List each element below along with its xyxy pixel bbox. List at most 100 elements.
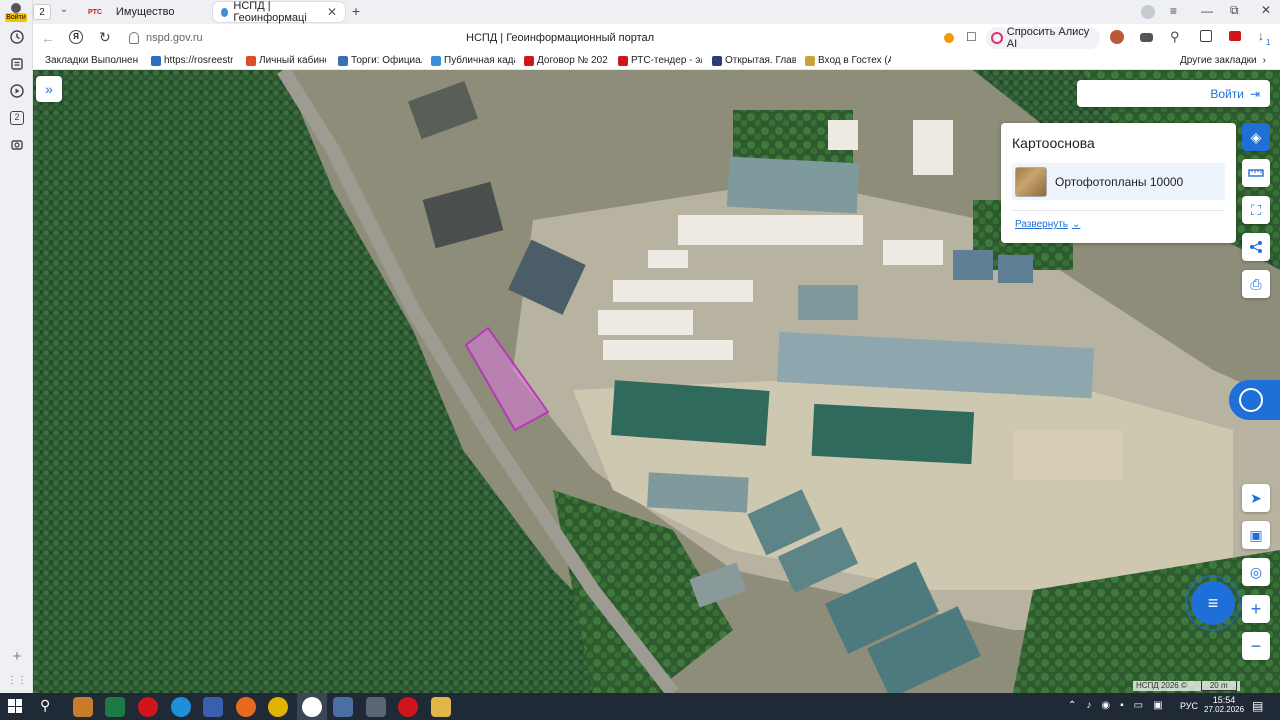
language-indicator[interactable]: РУС — [1180, 701, 1198, 711]
rosreestr-favicon-icon — [151, 55, 161, 66]
rts-favicon-icon — [524, 55, 534, 66]
chevron-right-icon: › — [1262, 55, 1266, 66]
mail-icon[interactable] — [366, 697, 386, 717]
close-window-icon[interactable]: ✕ — [1261, 3, 1271, 17]
save-icon[interactable] — [333, 697, 353, 717]
address-bar: ← Я ↻ nspd.gov.ru НСПД | Геоинформационн… — [33, 24, 1280, 52]
bookmark-folder[interactable]: Закладки Выполнен⌄ — [45, 55, 141, 66]
extensions-puzzle-icon[interactable]: ⚲ — [1170, 29, 1180, 45]
share-button[interactable] — [1242, 233, 1270, 261]
volume-icon[interactable]: ♪ — [1086, 700, 1091, 711]
system-tray[interactable]: ⌃ ♪ ◉ ▪ ▭ ▣ — [1068, 700, 1163, 711]
chrome-icon[interactable] — [268, 697, 288, 717]
reader-icon[interactable] — [944, 33, 954, 43]
excel-icon[interactable] — [105, 697, 125, 717]
collections-toolbar-icon[interactable] — [1200, 30, 1212, 42]
bookmark-label: Закладки Выполнен — [45, 55, 139, 66]
tab-counter-badge[interactable]: 2 — [33, 4, 51, 20]
expand-sidebar-button[interactable]: » — [36, 76, 62, 102]
ruler-button[interactable] — [1242, 159, 1270, 187]
display-icon[interactable]: ▣ — [1153, 700, 1162, 711]
bookmark-item[interactable]: https://rosreestr.r — [151, 55, 233, 66]
minimize-icon[interactable]: — — [1201, 4, 1213, 18]
tab-label: Имущество — [115, 6, 175, 18]
back-icon[interactable]: ← — [41, 30, 55, 46]
notifications-icon[interactable]: ▤ — [1252, 699, 1263, 713]
bookmark-item[interactable]: Публичная кадас — [431, 55, 515, 66]
profile-button[interactable]: Войти — [5, 3, 27, 22]
rts-favicon-icon: РТС — [88, 8, 102, 16]
bookmark-item[interactable]: Личный кабинет — [246, 55, 326, 66]
nspd-favicon-icon — [221, 7, 229, 17]
reload-icon[interactable]: ↻ — [99, 29, 111, 46]
alice-icon — [991, 32, 1003, 44]
search-icon[interactable]: ⚲ — [40, 697, 50, 714]
yandex-icon[interactable] — [398, 697, 418, 717]
ask-alice-button[interactable]: Спросить Алису AI — [986, 26, 1100, 50]
geo-search-button[interactable]: ◎ — [1242, 558, 1270, 586]
yandex-browser-icon — [302, 697, 322, 717]
clock-date: 27.02.2026 — [1204, 705, 1245, 714]
tray-app-icon[interactable]: ▪ — [1120, 700, 1124, 711]
locate-me-button[interactable]: ➤ — [1242, 484, 1270, 512]
mail-icon[interactable] — [1229, 31, 1241, 41]
network-icon[interactable]: ◉ — [1101, 700, 1110, 711]
print-button[interactable]: ⎙ — [1242, 270, 1270, 298]
edge-icon[interactable] — [171, 697, 191, 717]
expand-label: Развернуть — [1015, 219, 1069, 230]
bookmark-item[interactable]: Торги: Официаль — [338, 55, 422, 66]
new-tab-button[interactable]: + — [348, 4, 364, 20]
clock[interactable]: 15:54 27.02.2026 — [1204, 695, 1244, 714]
explorer-icon[interactable] — [431, 697, 451, 717]
bookmark-label: РТС-тендер - элек — [631, 55, 702, 66]
screenshot-icon[interactable] — [7, 135, 27, 155]
battery-icon[interactable]: ▭ — [1134, 700, 1143, 711]
url-text[interactable]: nspd.gov.ru — [146, 32, 203, 44]
tabs-counter-icon[interactable]: 2 — [7, 108, 27, 128]
bookmark-item[interactable]: Открытая. Главна — [712, 55, 796, 66]
taskbar-app-icon[interactable] — [73, 697, 93, 717]
restore-icon[interactable]: ⧉ — [1230, 3, 1239, 18]
bookmark-label: Вход в Гостех (Ау — [818, 55, 891, 66]
login-button[interactable]: Войти ⇥ — [1077, 80, 1270, 107]
other-bookmarks[interactable]: Другие закладки › — [1180, 55, 1272, 66]
login-label: Войти — [1210, 86, 1244, 101]
tab-nspd[interactable]: НСПД | Геоинформаці ✕ — [213, 0, 345, 24]
opera-icon[interactable] — [138, 697, 158, 717]
user-avatar-icon[interactable] — [1141, 5, 1155, 19]
taskbar-app-icon[interactable] — [203, 697, 223, 717]
video-icon[interactable] — [7, 81, 27, 101]
menu-icon[interactable]: ≡ — [1170, 4, 1177, 18]
basemap-layer-item[interactable]: Ортофотопланы 10000 — [1012, 163, 1225, 200]
sidebar-menu-icon[interactable]: ⋮⋮ — [7, 670, 27, 690]
collections-icon[interactable] — [7, 54, 27, 74]
minimap-button[interactable]: ▣ — [1242, 521, 1270, 549]
tab-list-chevron-icon[interactable]: ⌄ — [56, 4, 72, 20]
page-title: НСПД | Геоинформационный портал — [466, 32, 655, 44]
firefox-icon[interactable] — [236, 697, 256, 717]
security-shield-icon[interactable] — [129, 32, 139, 44]
add-panel-icon[interactable]: + — [7, 646, 27, 666]
chevron-up-icon[interactable]: ⌃ — [1068, 700, 1076, 711]
layers-button[interactable]: ◈ — [1242, 123, 1270, 151]
yandex-browser-taskbar-button[interactable] — [297, 693, 327, 720]
downloads-icon[interactable]: ↓ — [1258, 29, 1264, 43]
yandex-icon[interactable]: Я — [69, 30, 83, 44]
expand-link[interactable]: Развернуть ⌄ — [1015, 219, 1080, 230]
start-icon[interactable] — [8, 699, 22, 713]
history-icon[interactable] — [7, 27, 27, 47]
bookmark-item[interactable]: Вход в Гостех (Ау — [805, 55, 891, 66]
select-area-button[interactable]: ⛶ — [1242, 196, 1270, 224]
incognito-icon[interactable] — [1140, 33, 1153, 42]
close-tab-icon[interactable]: ✕ — [327, 5, 337, 19]
zoom-in-button[interactable]: + — [1242, 595, 1270, 623]
extension-icon[interactable] — [1110, 30, 1124, 44]
assistant-button[interactable] — [1229, 380, 1280, 420]
zoom-out-button[interactable]: − — [1242, 632, 1270, 660]
bookmark-icon[interactable]: ☐ — [966, 30, 977, 44]
windows-taskbar: ⚲ ⌃ ♪ ◉ ▪ ▭ ▣ РУС 15:54 27.02.2026 ▤ — [0, 693, 1280, 720]
chat-button[interactable]: ≡ — [1185, 575, 1241, 631]
bookmark-item[interactable]: Договор № 2023.. — [524, 55, 608, 66]
bookmark-item[interactable]: РТС-тендер - элек — [618, 55, 702, 66]
map-view[interactable]: » Войти ⇥ Картооснова Ортофотопланы 1000… — [33, 70, 1280, 693]
